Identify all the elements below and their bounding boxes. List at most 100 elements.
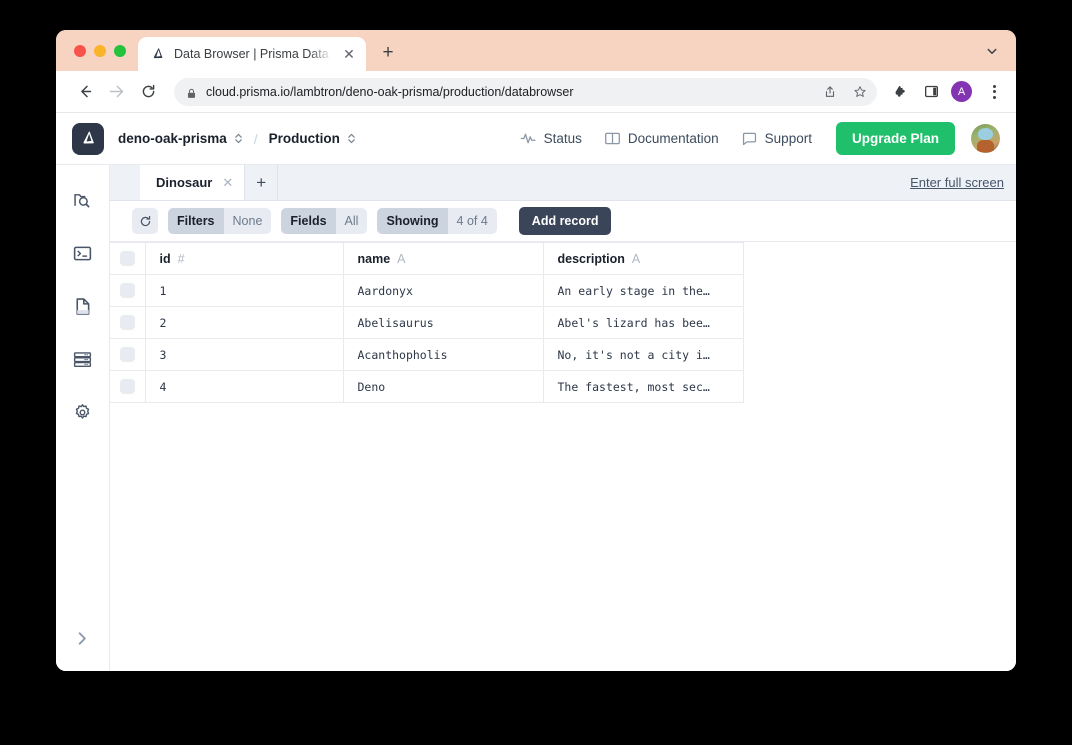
- showing-pill[interactable]: Showing 4 of 4: [377, 208, 497, 234]
- share-icon[interactable]: [819, 81, 841, 103]
- browser-tab-strip: Data Browser | Prisma Data Pla ✕ +: [56, 30, 1016, 71]
- showing-label: Showing: [377, 208, 448, 234]
- document-icon: [76, 297, 90, 315]
- add-record-button[interactable]: Add record: [518, 207, 612, 235]
- status-link[interactable]: Status: [520, 130, 582, 147]
- close-icon[interactable]: ✕: [222, 175, 233, 191]
- tab-search-button[interactable]: [978, 37, 1006, 65]
- row-checkbox-cell[interactable]: [110, 370, 146, 403]
- cell-name[interactable]: Acanthopholis: [343, 338, 544, 371]
- add-model-tab-button[interactable]: +: [245, 165, 279, 200]
- documentation-link[interactable]: Documentation: [604, 130, 719, 147]
- support-link[interactable]: Support: [741, 130, 812, 147]
- sidebar-expand-button[interactable]: [64, 619, 102, 657]
- back-button[interactable]: [70, 78, 98, 106]
- column-header-id[interactable]: id #: [145, 242, 344, 275]
- sidebar-item-schema[interactable]: [64, 287, 102, 325]
- browser-tab[interactable]: Data Browser | Prisma Data Pla ✕: [138, 37, 366, 71]
- row-checkbox[interactable]: [119, 347, 135, 362]
- chrome-profile-avatar[interactable]: A: [951, 81, 972, 102]
- table-header-row: id # name A description A: [110, 242, 744, 275]
- forward-button[interactable]: [102, 78, 130, 106]
- row-checkbox[interactable]: [119, 315, 135, 330]
- left-sidebar: [56, 165, 110, 671]
- browser-window: Data Browser | Prisma Data Pla ✕ + cloud…: [56, 30, 1016, 671]
- cell-name[interactable]: Deno: [343, 370, 544, 403]
- window-traffic-lights: [70, 30, 138, 71]
- upgrade-plan-button[interactable]: Upgrade Plan: [835, 122, 955, 155]
- sidebar-item-settings[interactable]: [64, 393, 102, 431]
- row-checkbox-cell[interactable]: [110, 274, 146, 307]
- select-all-checkbox[interactable]: [119, 251, 135, 267]
- maximize-window-button[interactable]: [114, 44, 126, 57]
- documentation-label: Documentation: [627, 131, 719, 146]
- records-table-wrapper: id # name A description A 1 Aardonyx An …: [110, 242, 1016, 671]
- kebab-menu-icon[interactable]: [982, 80, 1006, 104]
- model-tab-dinosaur[interactable]: Dinosaur ✕: [140, 165, 246, 200]
- row-checkbox-cell[interactable]: [110, 306, 146, 339]
- book-icon: [604, 132, 620, 145]
- cell-name[interactable]: Aardonyx: [343, 274, 544, 307]
- cell-id[interactable]: 4: [145, 370, 344, 403]
- project-name: deno-oak-prisma: [118, 131, 227, 146]
- cell-description[interactable]: The fastest, most sec…: [543, 370, 744, 403]
- table-row[interactable]: 2 Abelisaurus Abel's lizard has bee…: [110, 306, 744, 339]
- select-all-checkbox-cell[interactable]: [110, 242, 146, 275]
- model-tab-bar: Dinosaur ✕ + Enter full screen: [110, 165, 1016, 201]
- column-header-name[interactable]: name A: [343, 242, 544, 275]
- close-icon[interactable]: ✕: [340, 45, 358, 63]
- status-label: Status: [543, 131, 582, 146]
- user-avatar[interactable]: [971, 124, 1000, 153]
- cell-id[interactable]: 3: [145, 338, 344, 371]
- chevron-down-icon: [987, 48, 997, 54]
- cell-name[interactable]: Abelisaurus: [343, 306, 544, 339]
- row-checkbox[interactable]: [119, 379, 135, 394]
- table-row[interactable]: 1 Aardonyx An early stage in the…: [110, 274, 744, 307]
- fields-value: All: [335, 208, 368, 234]
- table-row[interactable]: 4 Deno The fastest, most sec…: [110, 370, 744, 403]
- string-type-icon: A: [397, 251, 406, 266]
- filters-pill[interactable]: Filters None: [168, 208, 272, 234]
- support-label: Support: [764, 131, 812, 146]
- sidebar-item-database[interactable]: [64, 340, 102, 378]
- data-browser-content: Dinosaur ✕ + Enter full screen Filters N…: [110, 165, 1016, 671]
- cell-id[interactable]: 2: [145, 306, 344, 339]
- fields-pill[interactable]: Fields All: [281, 208, 368, 234]
- refresh-button[interactable]: [132, 208, 158, 234]
- filter-toolbar: Filters None Fields All Showing 4 of 4 A…: [110, 201, 1016, 242]
- close-window-button[interactable]: [74, 44, 86, 57]
- new-tab-button[interactable]: +: [374, 39, 402, 67]
- prisma-logo-icon[interactable]: [72, 122, 104, 155]
- activity-pulse-icon: [520, 133, 536, 144]
- chevron-right-icon: [78, 631, 86, 645]
- address-bar[interactable]: cloud.prisma.io/lambtron/deno-oak-prisma…: [174, 77, 877, 106]
- lock-icon: [186, 86, 198, 98]
- reload-button[interactable]: [134, 78, 162, 106]
- column-label: name: [357, 251, 391, 266]
- cell-description[interactable]: An early stage in the…: [543, 274, 744, 307]
- string-type-icon: A: [631, 251, 641, 266]
- app-header: deno-oak-prisma / Production Status Docu…: [56, 113, 1016, 165]
- cell-description[interactable]: No, it's not a city i…: [543, 338, 744, 371]
- sidebar-item-data-browser[interactable]: [64, 181, 102, 219]
- sidebar-item-query-console[interactable]: [64, 234, 102, 272]
- row-checkbox-cell[interactable]: [110, 338, 146, 371]
- row-checkbox[interactable]: [119, 283, 135, 298]
- minimize-window-button[interactable]: [94, 44, 106, 57]
- puzzle-icon[interactable]: [889, 80, 913, 104]
- cell-id[interactable]: 1: [145, 274, 344, 307]
- table-row[interactable]: 3 Acanthopholis No, it's not a city i…: [110, 338, 744, 371]
- column-header-description[interactable]: description A: [543, 242, 744, 275]
- records-table: id # name A description A 1 Aardonyx An …: [110, 242, 744, 403]
- cell-description[interactable]: Abel's lizard has bee…: [543, 306, 744, 339]
- browser-toolbar: cloud.prisma.io/lambtron/deno-oak-prisma…: [56, 71, 1016, 113]
- folder-search-icon: [74, 193, 90, 207]
- project-selector[interactable]: deno-oak-prisma: [118, 131, 243, 146]
- address-bar-url: cloud.prisma.io/lambtron/deno-oak-prisma…: [206, 84, 574, 99]
- gear-icon: [75, 403, 90, 419]
- environment-selector[interactable]: Production: [269, 131, 356, 146]
- side-panel-icon[interactable]: [919, 80, 943, 104]
- app-body: Dinosaur ✕ + Enter full screen Filters N…: [56, 165, 1016, 671]
- enter-full-screen-link[interactable]: Enter full screen: [910, 165, 1004, 200]
- bookmark-star-icon[interactable]: [849, 81, 871, 103]
